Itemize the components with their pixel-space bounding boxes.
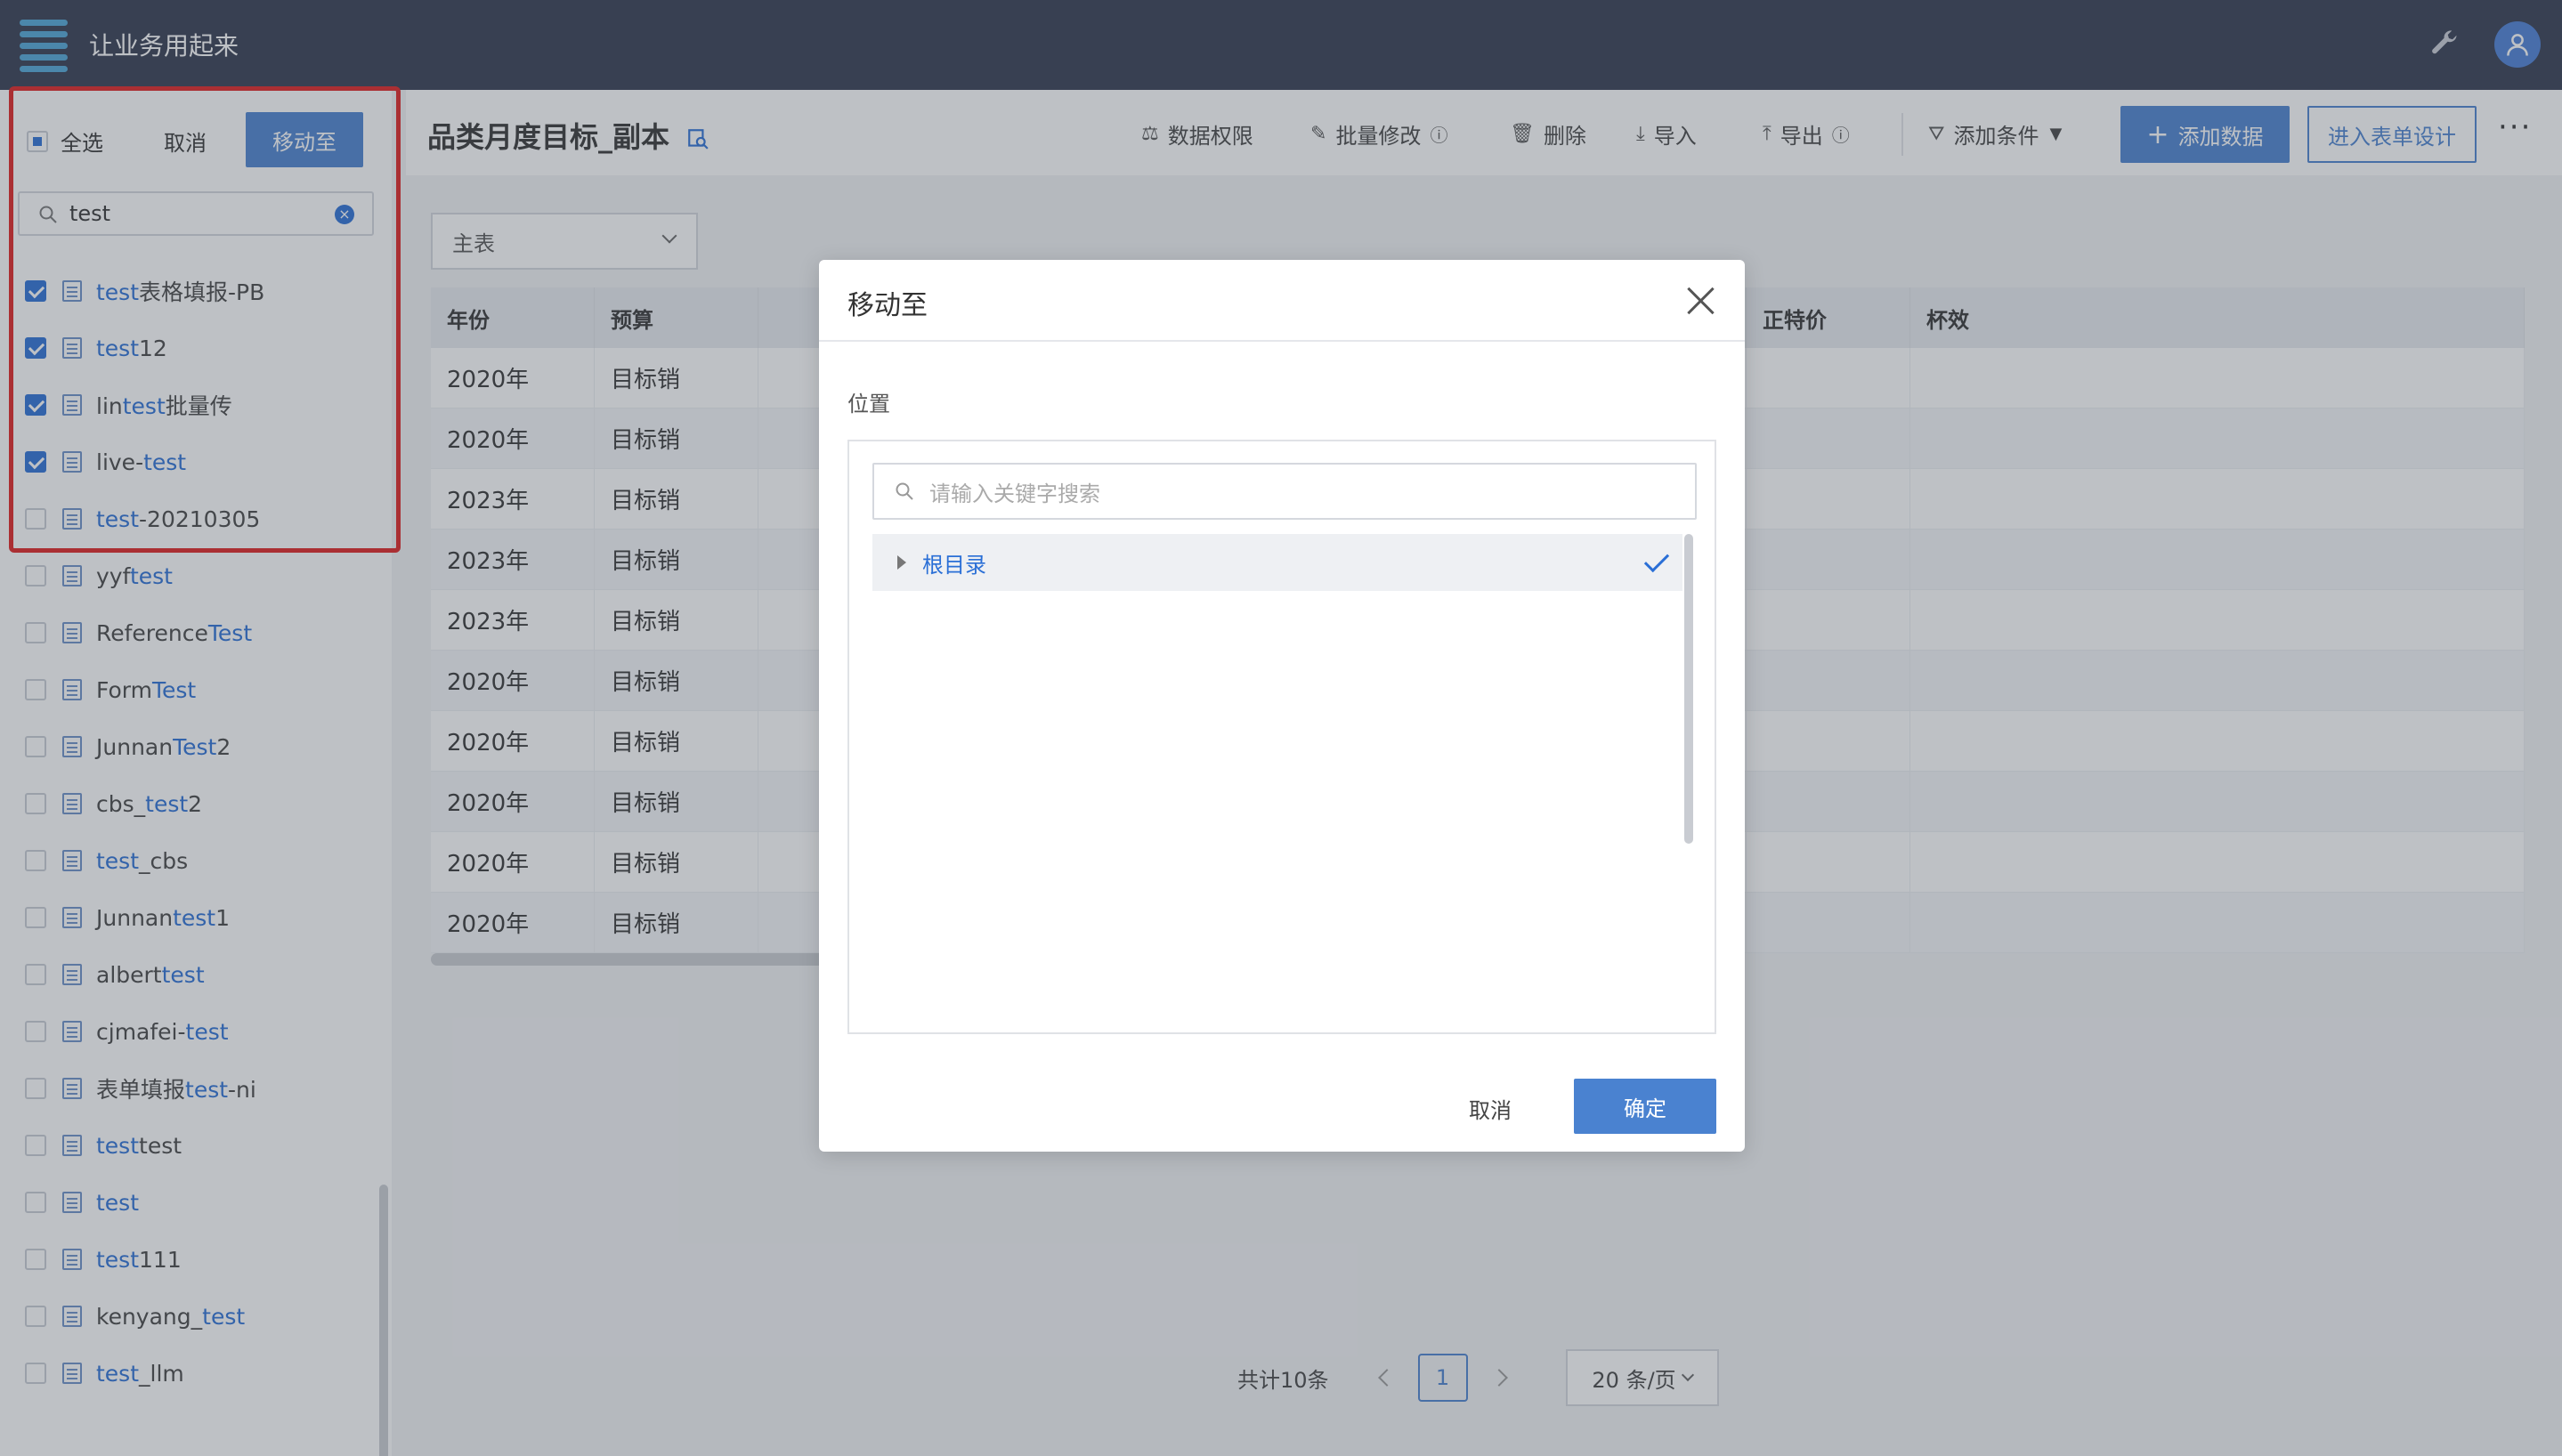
tree-node-root[interactable]: 根目录	[872, 534, 1682, 591]
search-icon	[896, 482, 913, 500]
folder-tree-panel: 请输入关键字搜索 根目录	[847, 440, 1716, 1034]
position-label: 位置	[847, 392, 890, 417]
dialog-title: 移动至	[847, 290, 928, 321]
check-icon	[1643, 546, 1670, 573]
folder-search-input[interactable]: 请输入关键字搜索	[872, 463, 1697, 520]
tree-scrollbar[interactable]	[1684, 534, 1693, 844]
dialog-cancel-button[interactable]: 取消	[1469, 1093, 1512, 1124]
expand-caret-icon[interactable]	[897, 555, 906, 570]
close-icon[interactable]	[1686, 287, 1715, 315]
folder-search-placeholder: 请输入关键字搜索	[929, 481, 1100, 506]
dialog-header: 移动至	[819, 260, 1745, 342]
dialog-confirm-button[interactable]: 确定	[1574, 1079, 1716, 1134]
tree-node-label: 根目录	[922, 552, 986, 578]
move-to-dialog: 移动至 位置 请输入关键字搜索 根目录 取消 确定	[819, 260, 1745, 1152]
